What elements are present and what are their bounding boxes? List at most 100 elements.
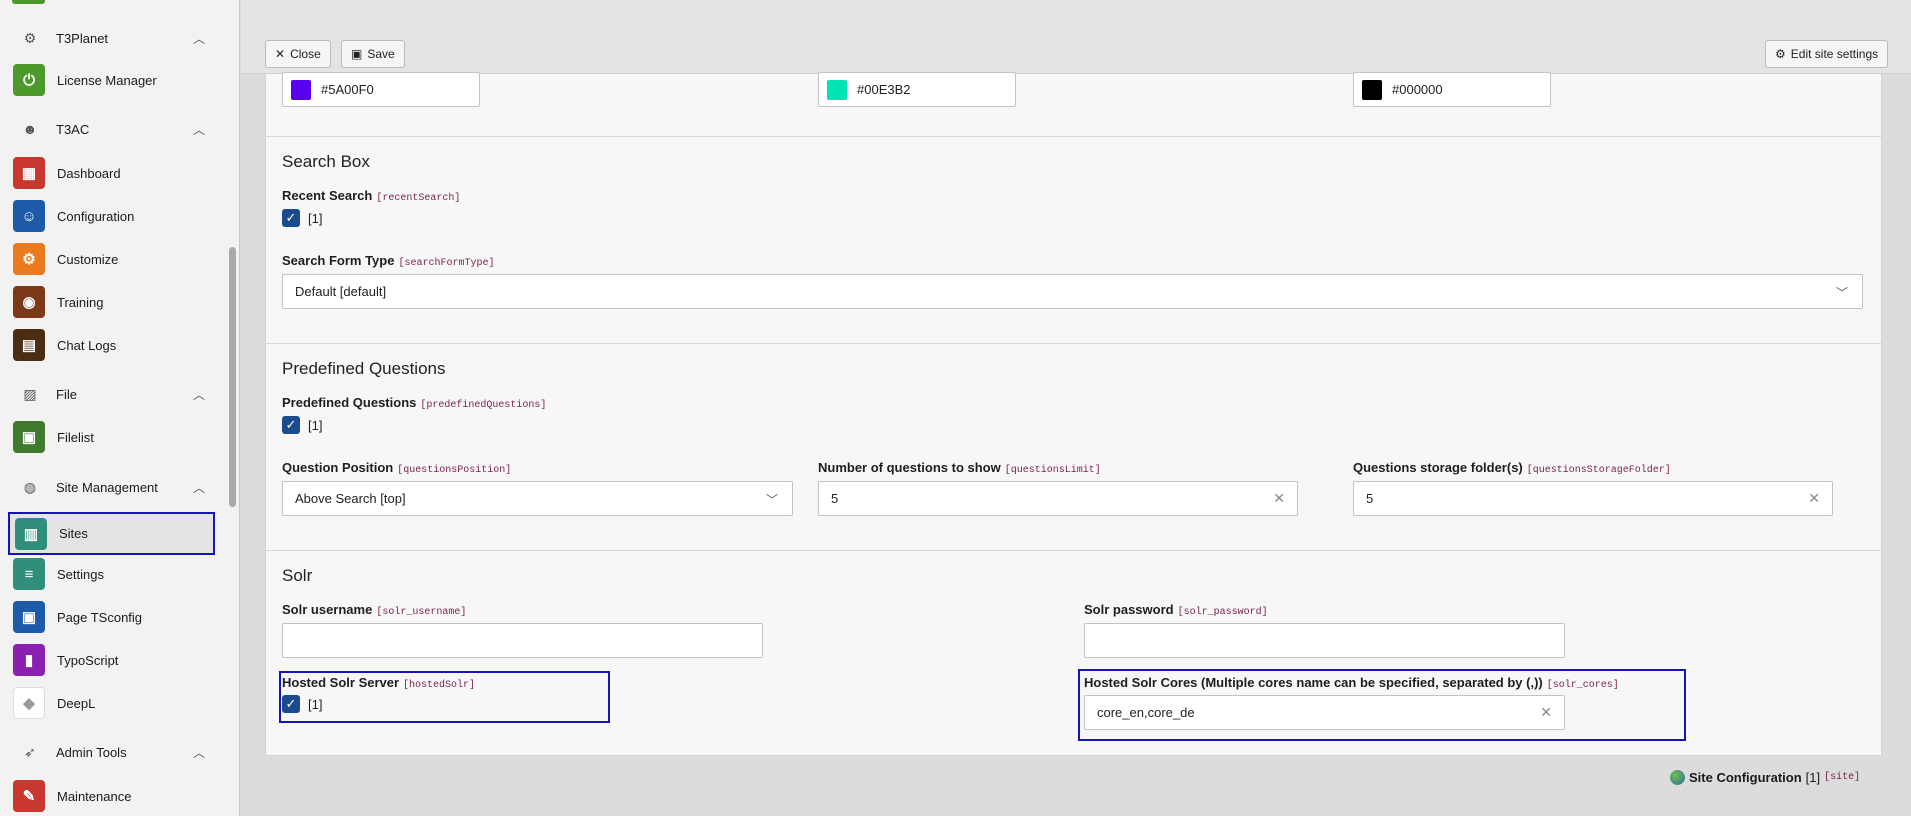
globe-icon [1670,770,1685,785]
chevron-up-icon[interactable]: ︿ [193,386,205,403]
color-swatch[interactable] [1362,79,1382,100]
close-button[interactable]: ✕ Close [265,40,331,68]
sidebar-item-license-manager[interactable]: ⏻ License Manager [8,60,215,100]
sidebar-item-label: License Manager [57,72,157,88]
solr-username-label: Solr username [solr_username] [282,602,466,618]
color-swatch[interactable] [827,79,847,100]
chevron-up-icon[interactable]: ︿ [193,30,205,47]
questions-folder-input[interactable]: 5 ✕ [1353,481,1833,516]
label-text: Recent Search [282,188,373,203]
label-text: Solr username [282,602,373,617]
sidebar-item-label: Maintenance [57,788,132,804]
solr-password-input[interactable] [1084,623,1565,658]
predefined-questions-checkbox[interactable]: ✓ [282,416,300,434]
chevron-up-icon[interactable]: ︿ [193,479,205,496]
sidebar-item-settings[interactable]: ≡ Settings [8,554,215,594]
color-field-3[interactable]: #000000 [1353,72,1551,107]
log-icon: ▤ [13,329,45,361]
field-code: [solr_username] [376,607,467,618]
gear-icon: ⚙ [23,29,37,46]
sidebar-item-chat-logs[interactable]: ▤ Chat Logs [8,325,215,365]
clear-icon[interactable]: ✕ [1273,490,1285,507]
group-t3ac[interactable]: ☻ T3AC ︿ [0,111,225,147]
select-value: Above Search [top] [295,491,406,506]
color-field-1[interactable]: #5A00F0 [282,72,480,107]
edit-settings-label: Edit site settings [1790,47,1879,61]
color-field-2[interactable]: #00E3B2 [818,72,1016,107]
sidebar-item-dashboard[interactable]: ▦ Dashboard [8,153,215,193]
group-admin-tools[interactable]: ➶ Admin Tools ︿ [0,734,225,770]
sidebar-item-label: Configuration [57,208,135,224]
sidebar-item-filelist[interactable]: ▣ Filelist [8,417,215,457]
save-label: Save [367,47,395,61]
sliders-icon: ≡ [13,558,45,590]
dashboard-icon: ▦ [13,157,45,189]
clear-icon[interactable]: ✕ [1808,490,1820,507]
question-position-select[interactable]: Above Search [top] ﹀ [282,481,793,516]
input-value: 5 [1366,491,1374,506]
sidebar-item-label: Chat Logs [57,337,117,353]
deepl-icon: ◆ [13,687,45,719]
sidebar-item-label: Page TSconfig [57,609,143,625]
solr-password-label: Solr password [solr_password] [1084,602,1268,618]
color-value: #000000 [1392,82,1443,97]
search-form-type-select[interactable]: Default [default] ﹀ [282,274,1863,309]
typoscript-icon: ▮ [13,644,45,676]
rocket-icon: ➶ [24,743,36,760]
color-swatch[interactable] [291,79,311,100]
sites-icon: ▥ [15,517,47,550]
clear-icon[interactable]: ✕ [1540,704,1552,721]
sidebar-scrollbar[interactable] [229,247,236,507]
section-search-box: Search Box Recent Search [recentSearch] ✓… [266,137,1881,344]
sidebar-item-configuration[interactable]: ☺ Configuration [8,196,215,236]
sidebar-item-maintenance[interactable]: ✎ Maintenance [8,776,215,816]
footer-count: [1] [1805,770,1821,785]
robot-config-icon: ☺ [13,200,45,232]
section-predefined-questions: Predefined Questions Predefined Question… [266,344,1881,551]
footer-title: Site Configuration [1689,770,1802,785]
questions-limit-input[interactable]: 5 ✕ [818,481,1298,516]
section-solr: Solr Solr username [solr_username] Solr p… [266,551,1881,755]
sidebar-item-page-tsconfig[interactable]: ▣ Page TSconfig [8,597,215,637]
chevron-up-icon[interactable]: ︿ [193,121,205,138]
field-code: [questionsPosition] [397,465,512,476]
questions-folder-label: Questions storage folder(s) [questionsSto… [1353,460,1671,476]
recent-search-checkbox[interactable]: ✓ [282,209,300,227]
sidebar-item-label: Sites [59,526,88,541]
section-title: Search Box [282,152,370,171]
sidebar-item-label: Training [57,294,104,310]
chevron-up-icon[interactable]: ︿ [193,744,205,761]
group-site-management[interactable]: ◍ Site Management ︿ [0,469,225,505]
field-code: [solr_password] [1177,607,1268,618]
search-form-type-label: Search Form Type [searchFormType] [282,253,494,269]
group-file[interactable]: ▨ File ︿ [0,376,225,412]
solr-cores-input[interactable]: core_en,core_de ✕ [1084,695,1565,730]
hosted-solr-label: Hosted Solr Server [hostedSolr] [282,675,475,691]
label-text: Solr password [1084,602,1174,617]
save-button[interactable]: ▣ Save [341,40,405,68]
group-label: T3AC [56,121,90,137]
sidebar-item-training[interactable]: ◉ Training [8,282,215,322]
sidebar-item-typoscript[interactable]: ▮ TypoScript [8,640,215,680]
sidebar-item-deepl[interactable]: ◆ DeepL [8,683,215,723]
group-label: T3Planet [56,30,109,46]
sidebar-item-sites[interactable]: ▥ Sites [8,512,215,555]
label-text: Number of questions to show [818,460,1001,475]
page-config-icon: ▣ [13,601,45,633]
module-icon-partial [12,0,45,4]
group-t3planet[interactable]: ⚙ T3Planet ︿ [0,20,225,56]
sidebar-item-customize[interactable]: ⚙ Customize [8,239,215,279]
section-colors: #5A00F0 #00E3B2 #000000 [266,72,1881,137]
footer-code: [site] [1824,772,1861,783]
docheader: ✕ Close ▣ Save ⚙ Edit site settings [241,0,1911,74]
hosted-solr-checkbox[interactable]: ✓ [282,695,300,713]
field-code: [questionsStorageFolder] [1526,465,1671,476]
question-position-label: Question Position [questionsPosition] [282,460,511,476]
group-label: Admin Tools [56,744,127,760]
group-label: File [56,386,77,402]
color-value: #5A00F0 [321,82,374,97]
solr-username-input[interactable] [282,623,763,658]
edit-site-settings-button[interactable]: ⚙ Edit site settings [1765,40,1889,68]
checkbox-label: [1] [308,211,323,226]
group-label: Site Management [56,479,158,495]
